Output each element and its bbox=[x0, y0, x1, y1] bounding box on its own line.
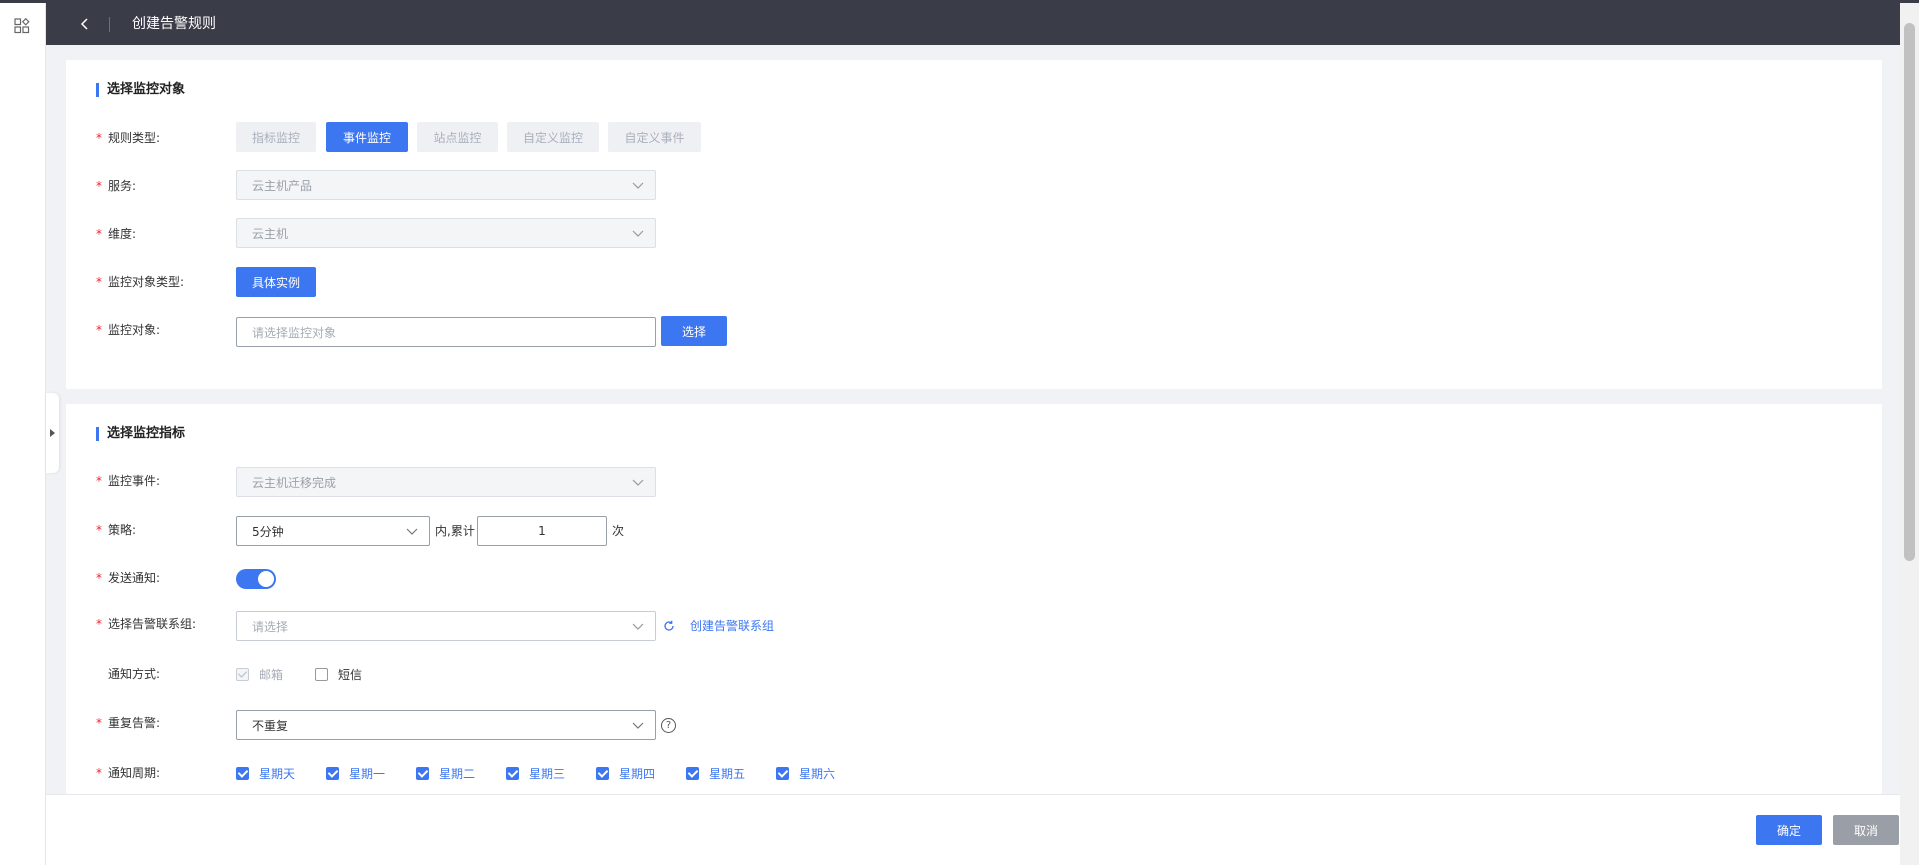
strategy-label: * 策略: bbox=[96, 523, 137, 537]
section-title: 选择监控对象 bbox=[96, 82, 185, 98]
dimension-label: * 维度: bbox=[96, 227, 137, 241]
checkbox-box bbox=[596, 767, 609, 780]
monitor-event-label: * 监控事件: bbox=[96, 474, 161, 488]
scrollbar-thumb[interactable] bbox=[1904, 23, 1915, 561]
monitor-object-input[interactable]: 请选择监控对象 bbox=[236, 317, 656, 347]
repeat-alert-select[interactable]: 不重复 bbox=[236, 710, 656, 740]
contact-group-label: * 选择告警联系组: bbox=[96, 617, 197, 631]
confirm-button[interactable]: 确定 bbox=[1756, 815, 1822, 845]
monitor-event-select[interactable]: 云主机迁移完成 bbox=[236, 467, 656, 497]
object-type-label: * 监控对象类型: bbox=[96, 275, 185, 289]
checkbox-box bbox=[236, 668, 249, 681]
chevron-down-icon bbox=[632, 182, 644, 189]
apps-grid-icon[interactable] bbox=[14, 18, 30, 34]
help-icon[interactable]: ? bbox=[661, 718, 676, 733]
checkbox-box bbox=[326, 767, 339, 780]
rule-type-custom[interactable]: 自定义监控 bbox=[507, 122, 599, 152]
cycle-friday-checkbox[interactable]: 星期五 bbox=[686, 765, 745, 782]
cycle-saturday-checkbox[interactable]: 星期六 bbox=[776, 765, 835, 782]
checkbox-box bbox=[236, 767, 249, 780]
cycle-wednesday-checkbox[interactable]: 星期三 bbox=[506, 765, 565, 782]
toggle-knob bbox=[258, 571, 274, 587]
chevron-down-icon bbox=[632, 479, 644, 486]
service-select[interactable]: 云主机产品 bbox=[236, 170, 656, 200]
strategy-count-input[interactable]: 1 bbox=[477, 516, 607, 546]
notify-method-label: 通知方式: bbox=[108, 667, 161, 681]
sidebar-expand-toggle[interactable] bbox=[46, 393, 59, 473]
cycle-monday-checkbox[interactable]: 星期一 bbox=[326, 765, 385, 782]
method-sms-checkbox[interactable]: 短信 bbox=[315, 666, 362, 683]
cycle-tuesday-checkbox[interactable]: 星期二 bbox=[416, 765, 475, 782]
monitor-object-label: * 监控对象: bbox=[96, 323, 161, 337]
checkbox-box bbox=[686, 767, 699, 780]
left-rail bbox=[0, 3, 46, 865]
object-type-instance-button[interactable]: 具体实例 bbox=[236, 267, 316, 297]
rule-type-metric[interactable]: 指标监控 bbox=[236, 122, 316, 152]
caret-right-icon bbox=[50, 429, 55, 437]
section-title: 选择监控指标 bbox=[96, 426, 185, 442]
checkbox-box bbox=[776, 767, 789, 780]
chevron-down-icon bbox=[632, 623, 644, 630]
checkbox-box bbox=[416, 767, 429, 780]
monitor-object-card: 选择监控对象 * 规则类型: 指标监控 事件监控 站点监控 自定义监控 自定义事件… bbox=[66, 60, 1882, 389]
chevron-down-icon bbox=[632, 230, 644, 237]
back-button[interactable] bbox=[74, 13, 96, 35]
page-header: 创建告警规则 bbox=[46, 3, 1919, 45]
strategy-period-select[interactable]: 5分钟 bbox=[236, 516, 430, 546]
notify-cycle-label: * 通知周期: bbox=[96, 766, 161, 780]
checkbox-box bbox=[315, 668, 328, 681]
vertical-scrollbar[interactable] bbox=[1900, 3, 1919, 865]
rule-type-custom-event[interactable]: 自定义事件 bbox=[608, 122, 701, 152]
rule-type-label: * 规则类型: bbox=[96, 131, 161, 145]
checkbox-box bbox=[506, 767, 519, 780]
dimension-select[interactable]: 云主机 bbox=[236, 218, 656, 248]
rule-type-site[interactable]: 站点监控 bbox=[417, 122, 498, 152]
header-divider bbox=[109, 17, 110, 32]
chevron-down-icon bbox=[406, 528, 418, 535]
page-title: 创建告警规则 bbox=[132, 16, 216, 32]
service-label: * 服务: bbox=[96, 179, 137, 193]
monitor-metric-card: 选择监控指标 * 监控事件: 云主机迁移完成 * 策略: 5分钟 内,累计 1 次 … bbox=[66, 404, 1882, 794]
create-contact-group-link[interactable]: 创建告警联系组 bbox=[690, 618, 774, 634]
send-notify-toggle[interactable] bbox=[236, 569, 276, 589]
select-object-button[interactable]: 选择 bbox=[661, 316, 727, 346]
cycle-thursday-checkbox[interactable]: 星期四 bbox=[596, 765, 655, 782]
chevron-left-icon bbox=[80, 18, 88, 30]
cycle-sunday-checkbox[interactable]: 星期天 bbox=[236, 765, 295, 782]
strategy-unit: 次 bbox=[612, 524, 625, 538]
contact-group-select[interactable]: 请选择 bbox=[236, 611, 656, 641]
strategy-mid-text: 内,累计 bbox=[435, 524, 475, 538]
footer-bar: 确定 取消 bbox=[46, 794, 1900, 865]
refresh-icon[interactable] bbox=[663, 620, 675, 632]
send-notify-label: * 发送通知: bbox=[96, 571, 161, 585]
method-email-checkbox[interactable]: 邮箱 bbox=[236, 666, 283, 683]
chevron-down-icon bbox=[632, 722, 644, 729]
rule-type-event[interactable]: 事件监控 bbox=[326, 122, 408, 152]
repeat-alert-label: * 重复告警: bbox=[96, 716, 161, 730]
cancel-button[interactable]: 取消 bbox=[1833, 815, 1899, 845]
